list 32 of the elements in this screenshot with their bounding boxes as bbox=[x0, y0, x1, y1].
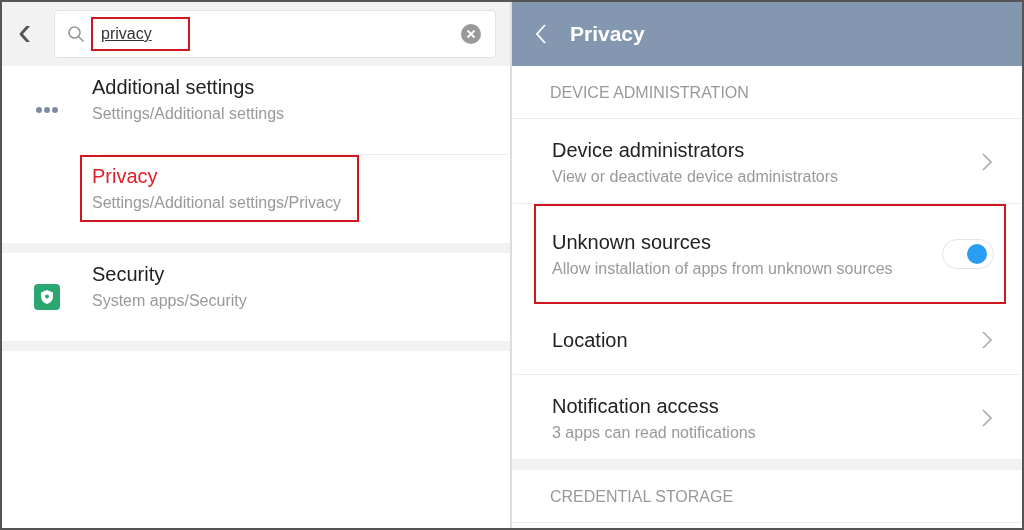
result-title: Additional settings bbox=[92, 76, 256, 99]
more-icon bbox=[36, 107, 58, 113]
section-header: CREDENTIAL STORAGE bbox=[512, 460, 1022, 523]
result-path: Settings/Additional settings bbox=[92, 105, 285, 123]
setting-title: Location bbox=[552, 328, 629, 352]
setting-description: Allow installation of apps from unknown sources bbox=[552, 259, 894, 278]
setting-description: 3 apps can read notifications bbox=[552, 423, 757, 442]
section-header: DEVICE ADMINISTRATION bbox=[512, 66, 1022, 119]
toggle-switch[interactable] bbox=[942, 239, 994, 269]
search-result[interactable]: Additional settings Settings/Additional settings bbox=[2, 66, 510, 154]
back-button[interactable]: ‹ bbox=[18, 11, 40, 51]
settings-row[interactable]: Location bbox=[512, 304, 1022, 375]
setting-title: Notification access bbox=[552, 394, 720, 418]
setting-description: View or deactivate device administrators bbox=[552, 167, 840, 186]
search-icon bbox=[67, 25, 85, 43]
result-path: System apps/Security bbox=[92, 292, 247, 310]
search-field[interactable]: privacy bbox=[54, 10, 496, 58]
settings-row[interactable]: Unknown sources Allow installation of apps from unknown sources bbox=[534, 204, 1006, 304]
result-path: Settings/Additional settings/Privacy bbox=[92, 194, 341, 212]
setting-title: Device administrators bbox=[552, 138, 746, 162]
shield-icon bbox=[34, 284, 60, 310]
result-title: Privacy bbox=[92, 165, 159, 188]
screen-title: Privacy bbox=[570, 22, 645, 46]
search-query: privacy bbox=[91, 17, 190, 51]
settings-row[interactable]: Device administrators View or deactivate device administrators bbox=[512, 119, 1022, 204]
clear-icon[interactable] bbox=[461, 24, 481, 44]
settings-row[interactable]: Notification access 3 apps can read notifications bbox=[512, 375, 1022, 460]
result-title: Security bbox=[92, 263, 166, 286]
search-result[interactable]: Privacy Settings/Additional settings/Privacy bbox=[2, 155, 510, 243]
setting-title: Unknown sources bbox=[552, 230, 712, 254]
search-result[interactable]: Security System apps/Security bbox=[2, 253, 510, 341]
back-icon[interactable] bbox=[534, 22, 548, 46]
